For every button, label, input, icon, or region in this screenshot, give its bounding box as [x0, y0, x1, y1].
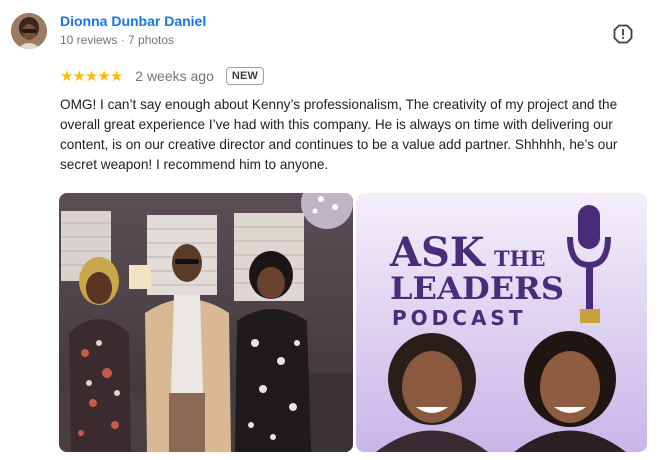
- report-review-button[interactable]: [611, 22, 635, 46]
- reviewer-name[interactable]: Dionna Dunbar Daniel: [60, 13, 206, 29]
- rating-row: ★ ★ ★ ★ ★ 2 weeks ago NEW: [60, 65, 265, 87]
- star-icon: ★: [109, 67, 123, 85]
- podcast-cover: ASK THE LEADERS PODCAST: [356, 193, 647, 452]
- podcast-title-the: THE: [494, 246, 545, 271]
- star-rating: ★ ★ ★ ★ ★: [60, 67, 123, 85]
- podcast-title-ask: ASK: [389, 229, 486, 276]
- star-icon: ★: [60, 67, 73, 85]
- podcast-title-leaders: LEADERS: [390, 271, 564, 307]
- report-flag-icon: [613, 24, 633, 44]
- review-text: OMG! I can’t say enough about Kenny’s pr…: [60, 97, 618, 172]
- review-date: 2 weeks ago: [135, 68, 214, 84]
- podcast-title-podcast: PODCAST: [392, 306, 526, 330]
- star-icon: ★: [72, 67, 85, 85]
- new-badge: NEW: [225, 67, 265, 85]
- star-icon: ★: [97, 67, 110, 85]
- star-icon: ★: [84, 67, 98, 85]
- group-photo: [59, 193, 353, 452]
- reviewer-avatar[interactable]: [11, 13, 47, 49]
- review-photo-group[interactable]: [59, 193, 353, 452]
- avatar-photo-icon: [11, 13, 47, 49]
- review-photo-podcast[interactable]: ASK THE LEADERS PODCAST: [356, 193, 647, 452]
- reviewer-stats: 10 reviews · 7 photos: [60, 33, 175, 47]
